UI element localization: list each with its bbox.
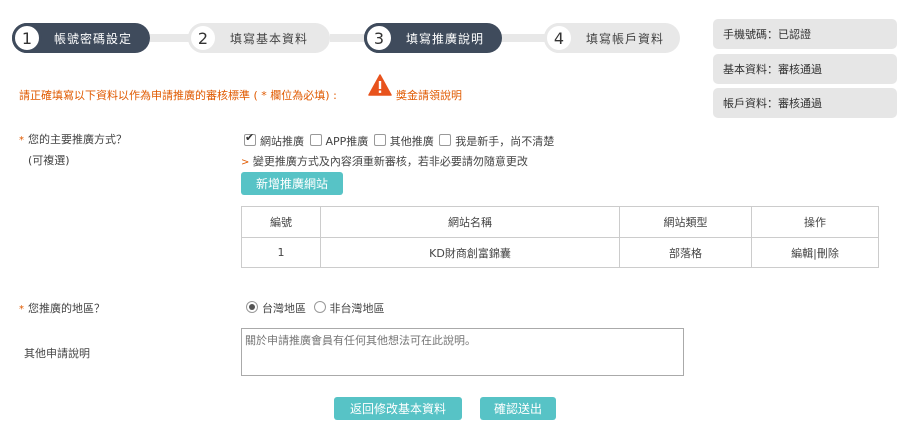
checkbox-newbie[interactable]: 我是新手，尚不清楚 <box>439 134 555 148</box>
cell-name: KD財商創富錦囊 <box>320 237 620 268</box>
step-2: 2 填寫基本資料 <box>188 23 330 53</box>
site-table: 編號 網站名稱 網站類型 操作 1 KD財商創富錦囊 部落格 編輯|刪除 <box>241 206 879 268</box>
option-label: 其他推廣 <box>389 135 434 148</box>
region-label: * 您推廣的地區？ <box>19 300 105 316</box>
promo-sublabel: (可複選) <box>28 154 70 167</box>
radio-icon <box>313 301 326 313</box>
col-name: 網站名稱 <box>320 206 620 238</box>
edit-link[interactable]: 編輯 <box>791 247 813 260</box>
status-basic: 基本資料：審核通過 <box>713 54 897 84</box>
col-number: 編號 <box>241 206 321 238</box>
step-number: 3 <box>364 23 394 53</box>
other-label: 其他申請說明 <box>24 347 90 360</box>
hint-mark: > <box>241 157 250 168</box>
warning-icon <box>368 74 392 99</box>
checkbox-other[interactable]: 其他推廣 <box>373 134 434 148</box>
status-phone: 手機號碼：已認證 <box>713 19 897 49</box>
notice-text: 請正確填寫以下資料以作為申請推廣的審核標準 ( * 欄位為必填) : <box>19 89 337 102</box>
step-4: 4 填寫帳戶資料 <box>544 23 680 53</box>
step-1: 1 帳號密碼設定 <box>12 23 150 53</box>
step-connector <box>500 34 550 42</box>
step-label: 填寫推廣說明 <box>406 31 485 46</box>
radio-non-taiwan[interactable]: 非台灣地區 <box>313 301 385 315</box>
checkbox-app[interactable]: APP推廣 <box>309 134 369 148</box>
promo-label-text: 您的主要推廣方式？ <box>28 133 127 146</box>
submit-button[interactable]: 確認送出 <box>480 397 556 420</box>
table-row: 1 KD財商創富錦囊 部落格 編輯|刪除 <box>241 237 879 268</box>
delete-link[interactable]: 刪除 <box>817 247 839 260</box>
checkbox-icon <box>309 134 322 146</box>
promo-hint: > 變更推廣方式及內容須重新審核，若非必要請勿隨意更改 <box>241 153 528 169</box>
step-number: 2 <box>188 23 218 53</box>
checkbox-icon <box>373 134 386 146</box>
cell-type: 部落格 <box>619 237 752 268</box>
radio-icon <box>246 301 258 313</box>
option-label: 台灣地區 <box>262 302 306 315</box>
radio-taiwan[interactable]: 台灣地區 <box>246 301 306 315</box>
cell-action: 編輯|刪除 <box>751 237 879 268</box>
other-textarea[interactable] <box>241 328 684 376</box>
promo-options: 網站推廣 APP推廣 其他推廣 我是新手，尚不清楚 <box>244 131 555 149</box>
col-type: 網站類型 <box>619 206 752 238</box>
region-label-text: 您推廣的地區？ <box>28 302 105 315</box>
step-number: 1 <box>12 23 42 53</box>
step-3: 3 填寫推廣說明 <box>364 23 502 53</box>
add-site-button[interactable]: 新增推廣網站 <box>241 172 343 195</box>
back-button[interactable]: 返回修改基本資料 <box>334 397 462 420</box>
option-label: 我是新手，尚不清楚 <box>455 135 555 148</box>
status-account: 帳戶資料：審核通過 <box>713 88 897 118</box>
bonus-link[interactable]: 獎金請領說明 <box>396 87 462 103</box>
step-label: 填寫帳戶資料 <box>586 31 665 46</box>
step-connector <box>150 34 190 42</box>
step-label: 填寫基本資料 <box>230 31 309 46</box>
checkbox-website[interactable]: 網站推廣 <box>244 131 304 148</box>
checkbox-icon <box>439 134 452 146</box>
promo-label: * 您的主要推廣方式？ <box>19 131 127 147</box>
step-label: 帳號密碼設定 <box>54 31 133 46</box>
checkbox-icon <box>244 131 256 146</box>
required-star: * <box>19 135 24 146</box>
step-number: 4 <box>544 23 574 53</box>
option-label: 非台灣地區 <box>329 302 385 315</box>
required-star: * <box>19 304 24 315</box>
option-label: APP推廣 <box>325 135 369 148</box>
table-header-row: 編號 網站名稱 網站類型 操作 <box>241 206 879 238</box>
option-label: 網站推廣 <box>260 135 304 148</box>
hint-text: 變更推廣方式及內容須重新審核，若非必要請勿隨意更改 <box>252 155 528 168</box>
col-action: 操作 <box>751 206 879 238</box>
region-options: 台灣地區 非台灣地區 <box>246 300 385 316</box>
cell-number: 1 <box>241 237 321 268</box>
